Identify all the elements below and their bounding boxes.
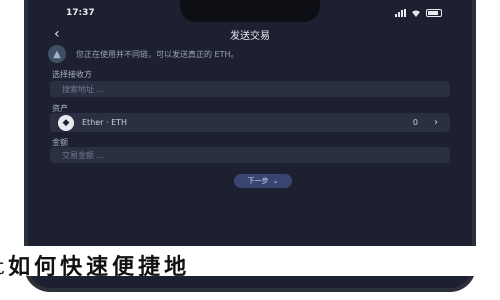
recipient-input[interactable]: 搜索地址 …: [50, 81, 450, 97]
asset-name: Ether · ETH: [82, 118, 128, 127]
recipient-label: 选择接收方: [52, 70, 92, 79]
system-icons: [395, 9, 442, 17]
battery-icon: [426, 9, 442, 17]
chevron-right-icon: ›: [434, 117, 438, 128]
notch: [180, 0, 320, 22]
signal-icon: [395, 9, 406, 17]
ethereum-icon: ◆: [58, 114, 74, 131]
status-bar: 17:37: [28, 0, 472, 22]
caption-text: t如何快速便捷地: [0, 254, 191, 276]
caption-banner: t如何快速便捷地: [0, 246, 500, 276]
network-notice: ▲ 您正在使用并不同链，可以发送真正的 ETH。: [48, 44, 452, 64]
next-button-label: 下一步: [247, 177, 269, 185]
nav-bar: ‹ 发送交易: [28, 24, 472, 46]
notice-text: 您正在使用并不同链，可以发送真正的 ETH。: [76, 49, 239, 59]
warning-icon: ▲: [48, 45, 66, 63]
chevron-down-icon: ⌄: [272, 177, 279, 185]
asset-balance: 0: [412, 118, 418, 127]
amount-placeholder: 交易金额 …: [62, 150, 105, 160]
next-button[interactable]: 下一步 ⌄: [234, 174, 292, 188]
phone-screen: 17:37 ‹ 发送交易 ▲ 您正在使用并不同链，可以发送真正的 ETH。 选择…: [28, 0, 472, 288]
page-title: 发送交易: [230, 31, 270, 42]
asset-selector[interactable]: ◆ Ether · ETH 0 ›: [50, 113, 450, 132]
status-time: 17:37: [66, 8, 95, 18]
amount-input[interactable]: 交易金额 …: [50, 147, 450, 163]
recipient-placeholder: 搜索地址 …: [62, 84, 105, 94]
wifi-icon: [411, 9, 421, 17]
